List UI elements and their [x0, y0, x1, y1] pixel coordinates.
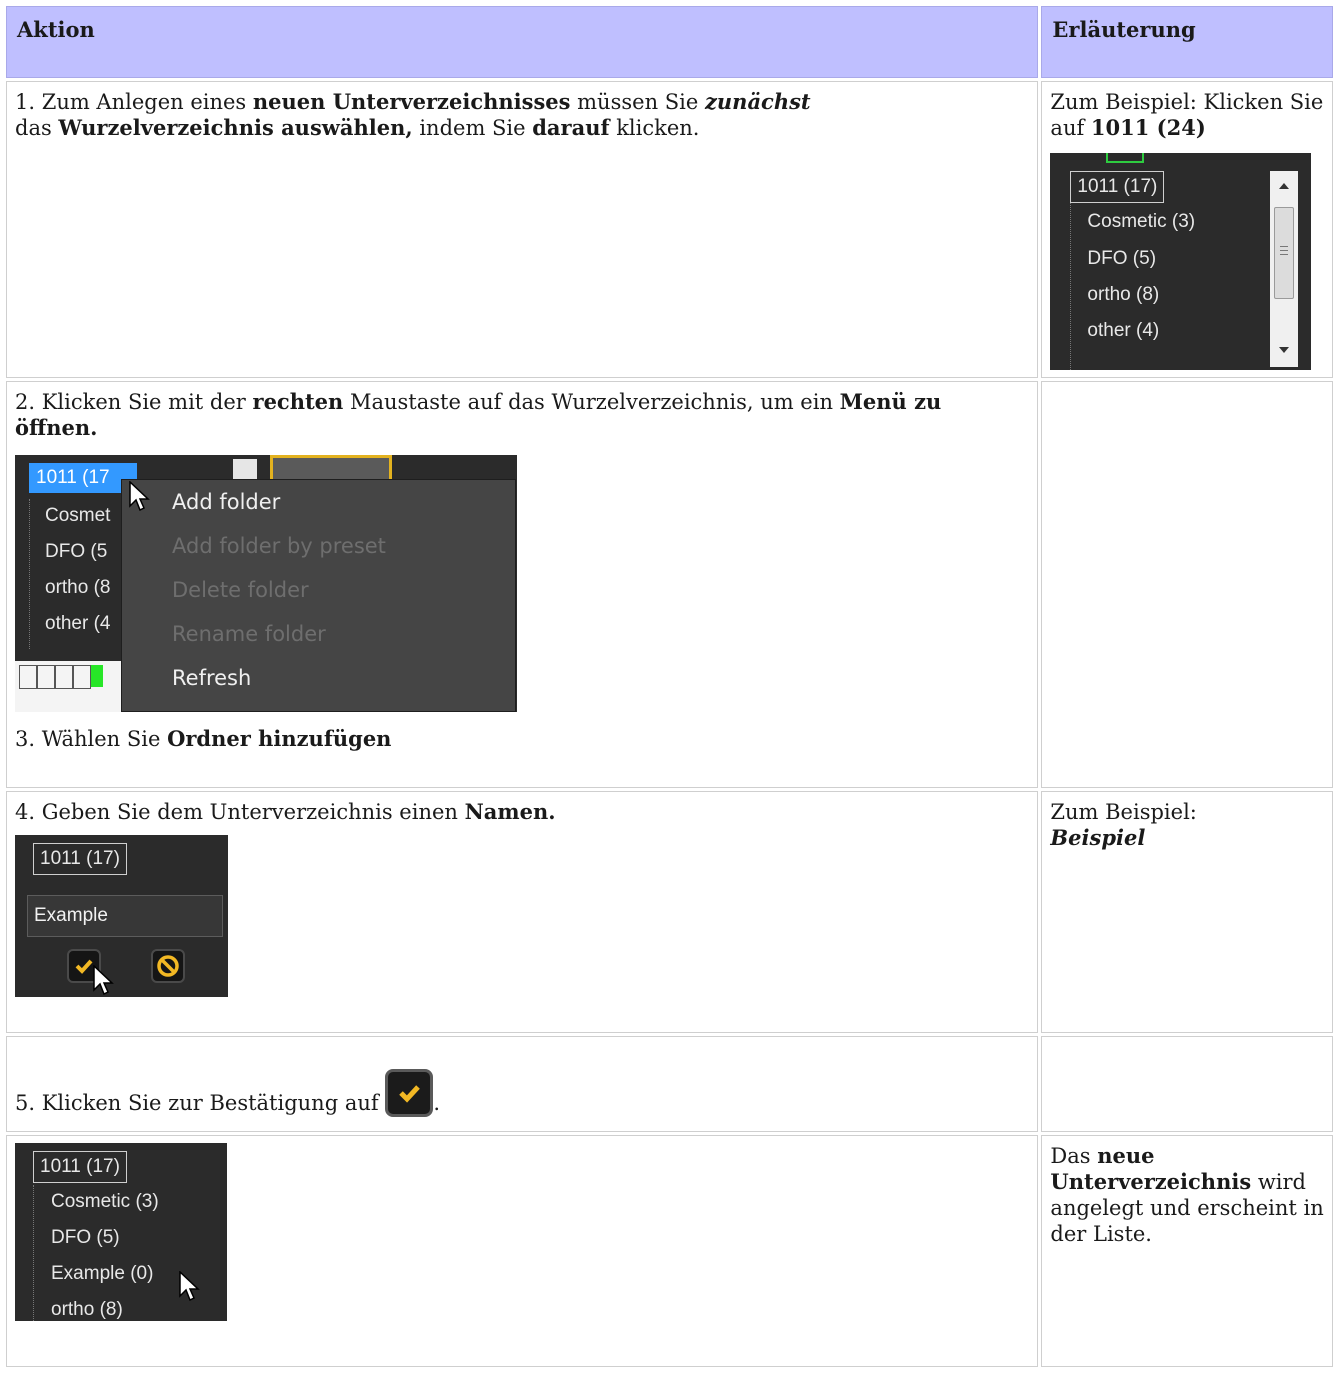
tree-item[interactable]: ortho (8) — [51, 1299, 123, 1321]
step-2-cell: 2. Klicken Sie mit der rechten Maustaste… — [6, 381, 1039, 788]
result-cell: 1011 (17) Cosmetic (3) DFO (5) Example (… — [6, 1135, 1039, 1367]
tree-item[interactable]: other (4) — [1087, 320, 1159, 342]
tree-item[interactable]: Cosmet — [45, 505, 110, 527]
scrollbar[interactable] — [1270, 171, 1299, 367]
menu-item-rename-folder[interactable]: Rename folder — [122, 612, 515, 656]
context-menu: Add folder Add folder by preset Delete f… — [121, 479, 516, 712]
note-4-cell: Zum Beispiel: Beispiel — [1041, 791, 1333, 1033]
folder-name-input[interactable]: Example — [27, 895, 223, 937]
tree-guide-line — [1070, 203, 1072, 370]
bold-run: 1011 (24) — [1090, 115, 1206, 140]
tree-guide-line — [33, 1185, 34, 1321]
tree-guide-line — [29, 499, 30, 649]
text-run: Das — [1050, 1144, 1098, 1168]
header-action: Aktion — [6, 6, 1039, 78]
cancel-button[interactable] — [151, 949, 185, 983]
tree-item[interactable]: ortho (8 — [45, 577, 110, 599]
updated-tree-screenshot: 1011 (17) Cosmetic (3) DFO (5) Example (… — [15, 1143, 227, 1321]
note-4-text: Zum Beispiel: Beispiel — [1050, 799, 1324, 851]
tree-item[interactable]: ortho (8) — [1087, 284, 1159, 306]
text-run: klicken. — [609, 116, 700, 140]
cancel-icon — [157, 955, 179, 977]
step-4-cell: 4. Geben Sie dem Unterverzeichnis einen … — [6, 791, 1039, 1033]
step-number: 3. — [15, 727, 36, 751]
step-number: 1. — [15, 90, 36, 114]
menu-item-refresh[interactable]: Refresh — [122, 656, 515, 700]
header-row: Aktion Erläuterung — [6, 6, 1333, 78]
bold-run: Wurzelverzeichnis auswählen, — [58, 115, 413, 140]
bold-italic-run: zunächst — [704, 89, 811, 114]
menu-item-delete-folder[interactable]: Delete folder — [122, 568, 515, 612]
tree-root[interactable]: 1011 (17 — [36, 467, 110, 489]
bold-run: neuen Unterverzeichnisses — [252, 89, 571, 114]
step-row-5: 5. Klicken Sie zur Bestätigung auf . — [6, 1036, 1333, 1132]
text-run: müssen Sie — [570, 90, 705, 114]
cursor-icon — [179, 1271, 200, 1302]
text-run: indem Sie — [412, 116, 533, 140]
step-3-text: 3. Wählen Sie Ordner hinzufügen — [15, 726, 1029, 752]
step-row-2: 2. Klicken Sie mit der rechten Maustaste… — [6, 381, 1333, 788]
result-note-cell: Das neue Unterverzeichnis wird angelegt … — [1041, 1135, 1333, 1367]
scroll-thumb[interactable] — [1274, 207, 1295, 299]
result-note-text: Das neue Unterverzeichnis wird angelegt … — [1050, 1143, 1324, 1247]
step-5-cell: 5. Klicken Sie zur Bestätigung auf . — [6, 1036, 1039, 1132]
step-1-cell: 1. Zum Anlegen eines neuen Unterverzeich… — [6, 81, 1039, 378]
step-1-text: 1. Zum Anlegen eines neuen Unterverzeich… — [15, 89, 1029, 141]
bold-run: Ordner hinzufügen — [167, 726, 392, 751]
menu-item-add-folder-by-preset[interactable]: Add folder by preset — [122, 524, 515, 568]
tree-root[interactable]: 1011 (17) — [33, 1151, 127, 1183]
note-1-text: Zum Beispiel: Klicken Sie auf 1011 (24) — [1050, 89, 1324, 141]
step-5-text: 5. Klicken Sie zur Bestätigung auf . — [15, 1069, 1029, 1117]
note-5-cell — [1041, 1036, 1333, 1132]
text-run: Geben Sie dem Unterverzeichnis einen — [35, 800, 465, 824]
scroll-up-icon[interactable] — [1279, 183, 1290, 189]
header-note: Erläuterung — [1041, 6, 1333, 78]
inline-confirm-button — [385, 1069, 434, 1117]
step-row-4: 4. Geben Sie dem Unterverzeichnis einen … — [6, 791, 1333, 1033]
bold-run: Namen. — [464, 799, 556, 824]
step-4-text: 4. Geben Sie dem Unterverzeichnis einen … — [15, 799, 1029, 825]
tree-item[interactable]: DFO (5 — [45, 541, 107, 563]
menu-item-add-folder[interactable]: Add folder — [122, 480, 515, 524]
rename-screenshot: 1011 (17) Example — [15, 835, 228, 997]
note-1-cell: Zum Beispiel: Klicken Sie auf 1011 (24) … — [1041, 81, 1333, 378]
step-number: 5. — [15, 1091, 36, 1115]
tree-item[interactable]: Cosmetic (3) — [51, 1191, 159, 1213]
tree-item-new[interactable]: Example (0) — [51, 1263, 153, 1285]
cursor-icon — [93, 965, 114, 996]
checkmark-icon — [399, 1085, 421, 1103]
selection-marker — [1106, 153, 1145, 163]
cursor-icon — [129, 481, 150, 512]
bold-italic-run: Beispiel — [1050, 825, 1146, 850]
tree-item[interactable]: Cosmetic (3) — [1087, 211, 1195, 233]
text-run: . — [433, 1091, 441, 1115]
bold-run: rechten — [252, 389, 344, 414]
step-2-text: 2. Klicken Sie mit der rechten Maustaste… — [15, 389, 1029, 441]
bold-run: darauf — [532, 115, 610, 140]
scroll-up-icon[interactable] — [233, 459, 257, 479]
text-run: Wählen Sie — [35, 727, 168, 751]
grip-icon — [1280, 246, 1289, 247]
step-number: 4. — [15, 800, 36, 824]
scroll-down-icon[interactable] — [1279, 347, 1290, 353]
text-run: das — [15, 116, 59, 140]
result-row: 1011 (17) Cosmetic (3) DFO (5) Example (… — [6, 1135, 1333, 1367]
folder-tree-screenshot: 1011 (17) Cosmetic (3) DFO (5) ortho (8)… — [1050, 153, 1312, 370]
tree-root[interactable]: 1011 (17) — [1070, 171, 1165, 203]
tree-item[interactable]: DFO (5) — [51, 1227, 120, 1249]
text-run: Zum Beispiel: — [1050, 800, 1197, 824]
instructions-table: Aktion Erläuterung 1. Zum Anlegen eines … — [3, 3, 1336, 1370]
tree-item[interactable]: DFO (5) — [1087, 248, 1156, 270]
tree-item[interactable]: other (4 — [45, 613, 110, 635]
step-row-1: 1. Zum Anlegen eines neuen Unterverzeich… — [6, 81, 1333, 378]
table-strip — [15, 661, 135, 712]
note-2-cell — [1041, 381, 1333, 788]
tree-root[interactable]: 1011 (17) — [33, 843, 127, 875]
text-run: Klicken Sie zur Bestätigung auf — [35, 1091, 386, 1115]
step-number: 2. — [15, 390, 36, 414]
text-run: Maustaste auf das Wurzelverzeichnis, um … — [343, 390, 840, 414]
text-run: Zum Anlegen eines — [35, 90, 253, 114]
context-menu-screenshot: 1011 (17 Cosmet DFO (5 ortho (8 other (4… — [15, 455, 517, 712]
text-run: Klicken Sie mit der — [35, 390, 253, 414]
